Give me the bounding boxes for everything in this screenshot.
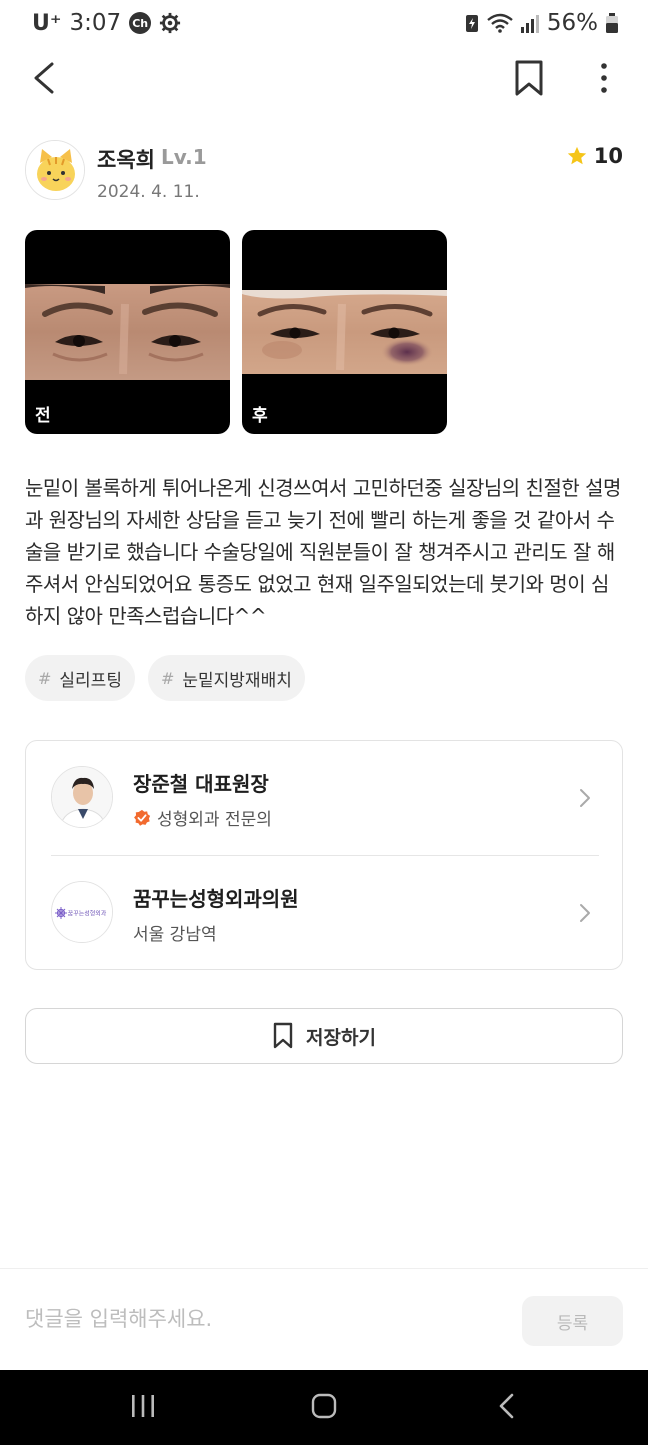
rating: 10 xyxy=(566,144,623,168)
tag-item[interactable]: # 눈밑지방재배치 xyxy=(147,655,305,701)
procedure-tags: # 실리프팅 # 눈밑지방재배치 xyxy=(25,655,305,701)
home-icon[interactable] xyxy=(310,1392,338,1420)
after-label: 후 xyxy=(252,406,268,426)
review-author: 조옥희 Lv.1 2024. 4. 11. 10 xyxy=(25,140,623,206)
clinic-logo: 꿈꾸는성형외과 xyxy=(51,881,113,943)
top-navigation xyxy=(0,50,648,106)
clinic-name: 꿈꾸는성형외과의원 xyxy=(133,887,299,911)
tag-label: 눈밑지방재배치 xyxy=(182,670,292,691)
author-avatar[interactable] xyxy=(25,140,85,200)
doctor-portrait-image xyxy=(52,767,112,827)
bookmark-icon xyxy=(273,1022,293,1049)
carrier-label: U⁺ xyxy=(32,10,62,36)
system-back-icon[interactable] xyxy=(494,1392,520,1420)
recent-apps-icon[interactable] xyxy=(130,1392,156,1420)
chat-notification-icon: Ch xyxy=(129,12,152,34)
save-button-label: 저장하기 xyxy=(306,1026,376,1049)
author-name[interactable]: 조옥희 xyxy=(97,144,155,174)
clinic-logo-text: 꿈꾸는성형외과 xyxy=(68,910,107,918)
status-left: U⁺ 3:07 Ch xyxy=(32,10,181,36)
system-navigation-bar xyxy=(0,1370,648,1445)
hash-icon: # xyxy=(160,668,175,688)
doctor-row[interactable]: 장준철 대표원장 성형외과 전문의 xyxy=(26,741,622,855)
tag-label: 실리프팅 xyxy=(59,670,122,691)
before-eye-image xyxy=(25,284,230,380)
comment-submit-button[interactable]: 등록 xyxy=(522,1296,623,1346)
wifi-icon xyxy=(487,13,513,33)
settings-gear-icon xyxy=(160,12,181,34)
doctor-avatar xyxy=(51,766,113,828)
more-options-icon[interactable] xyxy=(586,56,622,100)
doctor-name: 장준철 대표원장 xyxy=(133,772,269,796)
save-button[interactable]: 저장하기 xyxy=(25,1008,623,1064)
battery-icon xyxy=(606,13,618,33)
doctor-clinic-card: 장준철 대표원장 성형외과 전문의 꿈꾸는성형외과 꿈꾸는성형외과의원 서울 강… xyxy=(25,740,623,970)
before-photo[interactable]: 전 xyxy=(25,230,230,434)
status-right: 56% xyxy=(465,10,618,36)
tag-item[interactable]: # 실리프팅 xyxy=(25,655,135,701)
comment-bar: 댓글을 입력해주세요. 등록 xyxy=(0,1268,648,1370)
after-photo[interactable]: 후 xyxy=(242,230,447,434)
clinic-logo-image: 꿈꾸는성형외과 xyxy=(52,882,112,942)
doctor-specialty: 성형외과 전문의 xyxy=(133,805,272,830)
doctor-specialty-label: 성형외과 전문의 xyxy=(157,810,272,830)
bookmark-icon[interactable] xyxy=(508,56,550,100)
back-arrow-icon[interactable] xyxy=(26,56,66,100)
verified-badge-icon xyxy=(134,809,151,826)
clinic-location: 서울 강남역 xyxy=(133,920,217,945)
author-level-badge: Lv.1 xyxy=(161,145,207,169)
cat-avatar-icon xyxy=(26,141,84,199)
clock: 3:07 xyxy=(69,10,122,36)
battery-saver-icon xyxy=(465,15,478,32)
before-label: 전 xyxy=(35,406,51,426)
clinic-location-label: 서울 강남역 xyxy=(133,925,217,945)
status-bar: U⁺ 3:07 Ch 56% xyxy=(0,0,648,46)
battery-percent: 56% xyxy=(546,10,598,36)
signal-icon xyxy=(520,15,539,33)
star-icon xyxy=(567,146,586,165)
rating-value: 10 xyxy=(593,144,623,168)
clinic-row[interactable]: 꿈꾸는성형외과 꿈꾸는성형외과의원 서울 강남역 xyxy=(26,856,622,970)
comment-input[interactable]: 댓글을 입력해주세요. xyxy=(25,1303,212,1333)
chevron-right-icon xyxy=(580,789,590,807)
chevron-right-icon xyxy=(580,904,590,922)
review-body: 눈밑이 볼록하게 튀어나온게 신경쓰여서 고민하던중 실장님의 친절한 설명과 … xyxy=(25,476,621,628)
after-eye-image xyxy=(242,290,447,374)
review-date: 2024. 4. 11. xyxy=(97,182,200,202)
hash-icon: # xyxy=(38,668,52,688)
